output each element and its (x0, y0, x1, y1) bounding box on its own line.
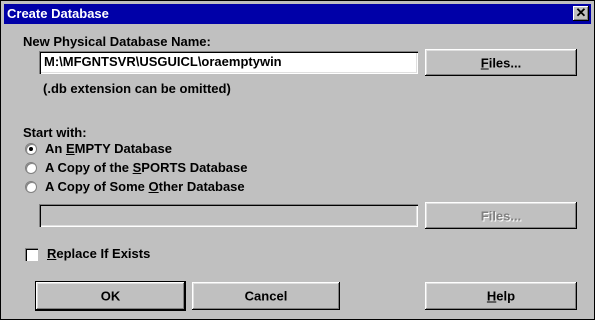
close-icon[interactable]: ✕ (573, 6, 589, 21)
cancel-button[interactable]: Cancel (192, 282, 340, 310)
other-database-path-input[interactable] (39, 204, 418, 227)
files-button-accel: F (480, 55, 489, 70)
start-with-label: Start with: (23, 125, 87, 140)
radio-sports-database-label[interactable]: A Copy of the SPORTS Database (45, 160, 248, 175)
create-database-dialog: Create Database ✕ New Physical Database … (0, 0, 595, 320)
replace-post: eplace If Exists (56, 246, 151, 261)
help-button-label: Help (425, 289, 577, 304)
opt1-pre: A Copy of the (45, 160, 133, 175)
ok-button-label: OK (100, 288, 121, 304)
files-button[interactable]: Files... (425, 49, 577, 76)
files-button-label: Files... (425, 55, 577, 70)
opt2-accel: O (148, 179, 159, 194)
help-accel: H (486, 288, 497, 304)
opt0-pre: An (45, 141, 66, 156)
opt2-post: ther Database (158, 179, 245, 194)
cancel-button-label: Cancel (244, 288, 288, 304)
title-bar: Create Database ✕ (4, 4, 591, 24)
opt1-accel: S (132, 160, 142, 175)
opt1-post: PORTS Database (141, 160, 248, 175)
replace-accel: R (47, 246, 57, 261)
opt0-accel: E (65, 141, 75, 156)
files-button-disabled: Files... (425, 202, 577, 229)
opt2-pre: A Copy of Some (45, 179, 149, 194)
extension-hint: (.db extension can be omitted) (43, 81, 231, 96)
replace-if-exists-label[interactable]: Replace If Exists (47, 246, 150, 261)
files-button-rest: iles... (488, 55, 522, 70)
help-post: elp (496, 288, 516, 304)
db-name-label: New Physical Database Name: (23, 34, 211, 49)
db-name-value: M:\MFGNTSVR\USGUICL\oraemptywin (44, 54, 282, 69)
radio-other-database[interactable] (25, 181, 37, 193)
dialog-title: Create Database (7, 6, 109, 21)
replace-if-exists-checkbox[interactable] (25, 248, 38, 261)
db-name-input[interactable]: M:\MFGNTSVR\USGUICL\oraemptywin (39, 51, 418, 74)
radio-selected-dot (29, 147, 33, 151)
opt0-post: MPTY Database (74, 141, 172, 156)
files-button-disabled-label: Files... (480, 208, 522, 223)
radio-sports-database[interactable] (25, 162, 37, 174)
help-button[interactable]: Help (425, 282, 577, 310)
ok-button[interactable]: OK (35, 281, 186, 311)
radio-empty-database-label[interactable]: An EMPTY Database (45, 141, 172, 156)
radio-empty-database[interactable] (25, 143, 37, 155)
radio-other-database-label[interactable]: A Copy of Some Other Database (45, 179, 245, 194)
